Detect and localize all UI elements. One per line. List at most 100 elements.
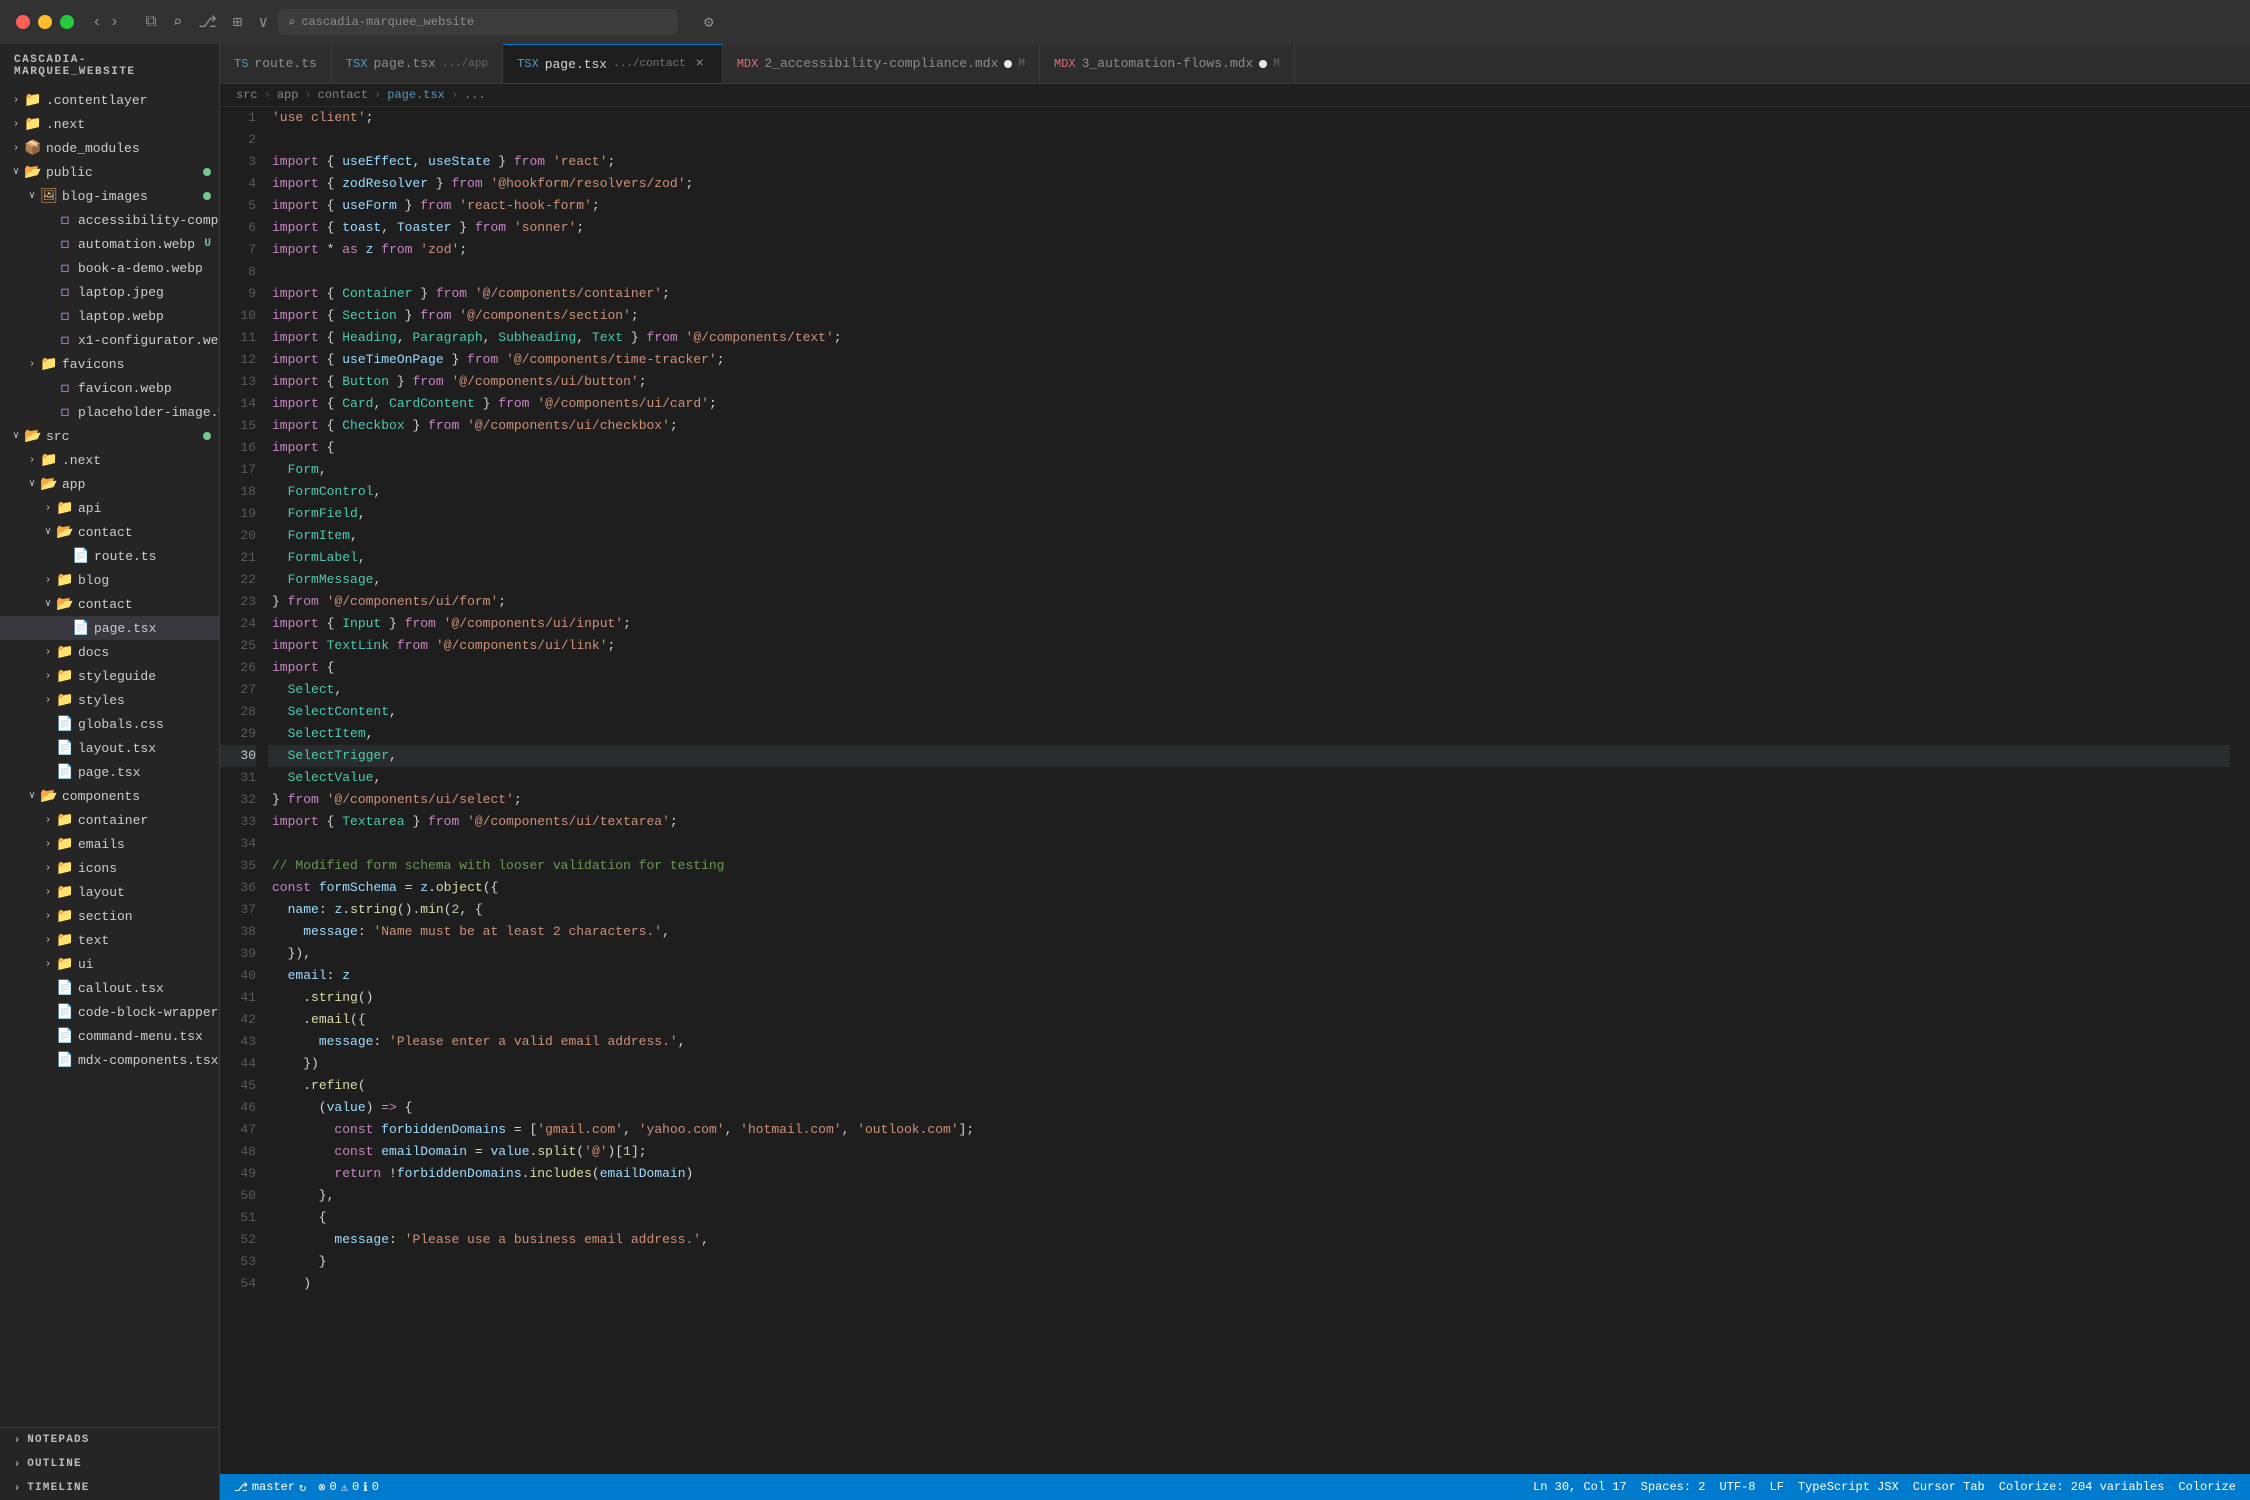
- colorize-status[interactable]: Colorize: 204 variables: [1999, 1480, 2165, 1494]
- sidebar-item-blog-images[interactable]: ∨ 🖼 blog-images: [0, 184, 219, 208]
- search-bar[interactable]: ⌕ cascadia-marquee_website: [278, 9, 678, 35]
- file-tsx-icon: 📄: [72, 619, 90, 637]
- forward-button[interactable]: ›: [110, 13, 120, 31]
- chevron-down-icon[interactable]: ∨: [258, 12, 268, 32]
- close-button[interactable]: [16, 15, 30, 29]
- search-icon[interactable]: ⌕: [173, 12, 183, 32]
- tab-page-app[interactable]: TSX page.tsx .../app: [332, 44, 503, 83]
- file-icon: 📄: [56, 1027, 74, 1045]
- indentation[interactable]: Spaces: 2: [1641, 1480, 1706, 1494]
- arrow-icon: ›: [40, 503, 56, 514]
- sidebar-item-layout-tsx[interactable]: 📄 layout.tsx: [0, 736, 219, 760]
- spaces-text: Spaces: 2: [1641, 1480, 1706, 1494]
- sidebar-item-contact-api[interactable]: ∨ 📂 contact: [0, 520, 219, 544]
- settings-icon[interactable]: ⚙: [704, 12, 714, 32]
- outline-section[interactable]: › OUTLINE: [0, 1452, 219, 1476]
- sidebar-item-book-demo-webp[interactable]: ◻ book-a-demo.webp: [0, 256, 219, 280]
- timeline-label: TIMELINE: [27, 1482, 89, 1494]
- sidebar-item-docs[interactable]: › 📁 docs: [0, 640, 219, 664]
- timeline-section[interactable]: › TIMELINE: [0, 1476, 219, 1500]
- sidebar-item-public[interactable]: ∨ 📂 public: [0, 160, 219, 184]
- sidebar-item-favicon-webp[interactable]: ◻ favicon.webp: [0, 376, 219, 400]
- sidebar-item-layout[interactable]: › 📁 layout: [0, 880, 219, 904]
- explorer-icon[interactable]: ⧉: [145, 13, 156, 31]
- sidebar-item-laptop-webp[interactable]: ◻ laptop.webp: [0, 304, 219, 328]
- tabs-bar: TS route.ts TSX page.tsx .../app TSX pag…: [220, 44, 2250, 84]
- sidebar-item-container[interactable]: › 📁 container: [0, 808, 219, 832]
- sidebar-item-mdx-components[interactable]: 📄 mdx-components.tsx: [0, 1048, 219, 1072]
- code-editor[interactable]: 123 456 789 101112 131415 161718 192021 …: [220, 107, 2250, 1474]
- sidebar-item-placeholder-webp[interactable]: ◻ placeholder-image.webp: [0, 400, 219, 424]
- sidebar-item-command-menu[interactable]: 📄 command-menu.tsx: [0, 1024, 219, 1048]
- sidebar-item-favicons[interactable]: › 📁 favicons: [0, 352, 219, 376]
- sidebar-item-ui[interactable]: › 📁 ui: [0, 952, 219, 976]
- notepads-section[interactable]: › NOTEPADS: [0, 1428, 219, 1452]
- arrow-icon: ›: [40, 695, 56, 706]
- tab-close-button[interactable]: ×: [692, 56, 708, 72]
- back-button[interactable]: ‹: [92, 13, 102, 31]
- sidebar-item-next[interactable]: › 📁 .next: [0, 112, 219, 136]
- eol[interactable]: LF: [1770, 1480, 1784, 1494]
- encoding[interactable]: UTF-8: [1719, 1480, 1755, 1494]
- sidebar-item-icons[interactable]: › 📁 icons: [0, 856, 219, 880]
- sidebar-item-accessibility-webp[interactable]: ◻ accessibility-complian... U: [0, 208, 219, 232]
- error-count: 0: [330, 1480, 337, 1494]
- sidebar-item-node-modules[interactable]: › 📦 node_modules: [0, 136, 219, 160]
- code-content[interactable]: 'use client'; import { useEffect, useSta…: [268, 107, 2250, 1474]
- sidebar-item-api[interactable]: › 📁 api: [0, 496, 219, 520]
- sidebar-item-emails[interactable]: › 📁 emails: [0, 832, 219, 856]
- sidebar-item-blog[interactable]: › 📁 blog: [0, 568, 219, 592]
- breadcrumb-contact[interactable]: contact: [318, 88, 368, 102]
- cursor-mode[interactable]: Cursor Tab: [1913, 1480, 1985, 1494]
- folder-icon: 📁: [40, 451, 58, 469]
- code-line: import { Card, CardContent } from '@/com…: [268, 393, 2230, 415]
- sidebar-item-components[interactable]: ∨ 📂 components: [0, 784, 219, 808]
- tree-label: text: [78, 933, 109, 948]
- sidebar-item-contact[interactable]: ∨ 📂 contact: [0, 592, 219, 616]
- sidebar-item-contentlayer[interactable]: › 📁 .contentlayer: [0, 88, 219, 112]
- tab-page-contact[interactable]: TSX page.tsx .../contact ×: [503, 44, 723, 83]
- tab-route[interactable]: TS route.ts: [220, 44, 332, 83]
- sidebar-item-styles[interactable]: › 📁 styles: [0, 688, 219, 712]
- sidebar-item-src-next[interactable]: › 📁 .next: [0, 448, 219, 472]
- sidebar-item-code-block[interactable]: 📄 code-block-wrapper.tsx: [0, 1000, 219, 1024]
- cursor-position[interactable]: Ln 30, Col 17: [1533, 1480, 1627, 1494]
- breadcrumb-more[interactable]: ...: [464, 88, 486, 102]
- sidebar-item-styleguide[interactable]: › 📁 styleguide: [0, 664, 219, 688]
- code-line: } from '@/components/ui/form';: [268, 591, 2230, 613]
- arrow-open-icon: ∨: [24, 478, 40, 490]
- nav-buttons: ‹ ›: [92, 13, 119, 31]
- extensions-icon[interactable]: ⊞: [233, 12, 243, 32]
- sidebar-item-src[interactable]: ∨ 📂 src: [0, 424, 219, 448]
- minimize-button[interactable]: [38, 15, 52, 29]
- language-mode[interactable]: TypeScript JSX: [1798, 1480, 1899, 1494]
- sidebar-item-callout[interactable]: 📄 callout.tsx: [0, 976, 219, 1000]
- sidebar-item-page-tsx-root[interactable]: 📄 page.tsx: [0, 760, 219, 784]
- breadcrumb-src[interactable]: src: [236, 88, 258, 102]
- git-branch[interactable]: ⎇ master ↻: [234, 1480, 306, 1495]
- outline-label: OUTLINE: [27, 1458, 82, 1470]
- sidebar-item-automation-webp[interactable]: ◻ automation.webp U: [0, 232, 219, 256]
- sidebar-item-route-ts[interactable]: 📄 route.ts: [0, 544, 219, 568]
- file-icon: 📄: [72, 547, 90, 565]
- sidebar-item-page-tsx[interactable]: 📄 page.tsx: [0, 616, 219, 640]
- sidebar-item-section[interactable]: › 📁 section: [0, 904, 219, 928]
- tree-label: blog-images: [62, 189, 148, 204]
- breadcrumb-app[interactable]: app: [277, 88, 299, 102]
- sidebar-item-x1-webp[interactable]: ◻ x1-configurator.webp: [0, 328, 219, 352]
- errors-count[interactable]: ⊗ 0 ⚠ 0 ℹ 0: [318, 1480, 379, 1495]
- sidebar-item-laptop-jpeg[interactable]: ◻ laptop.jpeg: [0, 280, 219, 304]
- source-control-icon[interactable]: ⎇: [198, 12, 216, 32]
- file-tree[interactable]: › 📁 .contentlayer › 📁 .next › 📦 node_mod…: [0, 88, 219, 1427]
- folder-icon: 📁: [56, 643, 74, 661]
- breadcrumb-file[interactable]: page.tsx: [387, 88, 445, 102]
- sidebar-item-text[interactable]: › 📁 text: [0, 928, 219, 952]
- folder-icon: 📁: [40, 355, 58, 373]
- tab-accessibility[interactable]: MDX 2_accessibility-compliance.mdx M: [723, 44, 1040, 83]
- eol-text: LF: [1770, 1480, 1784, 1494]
- sidebar-item-globals-css[interactable]: 📄 globals.css: [0, 712, 219, 736]
- sidebar-item-app[interactable]: ∨ 📂 app: [0, 472, 219, 496]
- tab-automation[interactable]: MDX 3_automation-flows.mdx M: [1040, 44, 1295, 83]
- colorize2-status[interactable]: Colorize: [2178, 1480, 2236, 1494]
- maximize-button[interactable]: [60, 15, 74, 29]
